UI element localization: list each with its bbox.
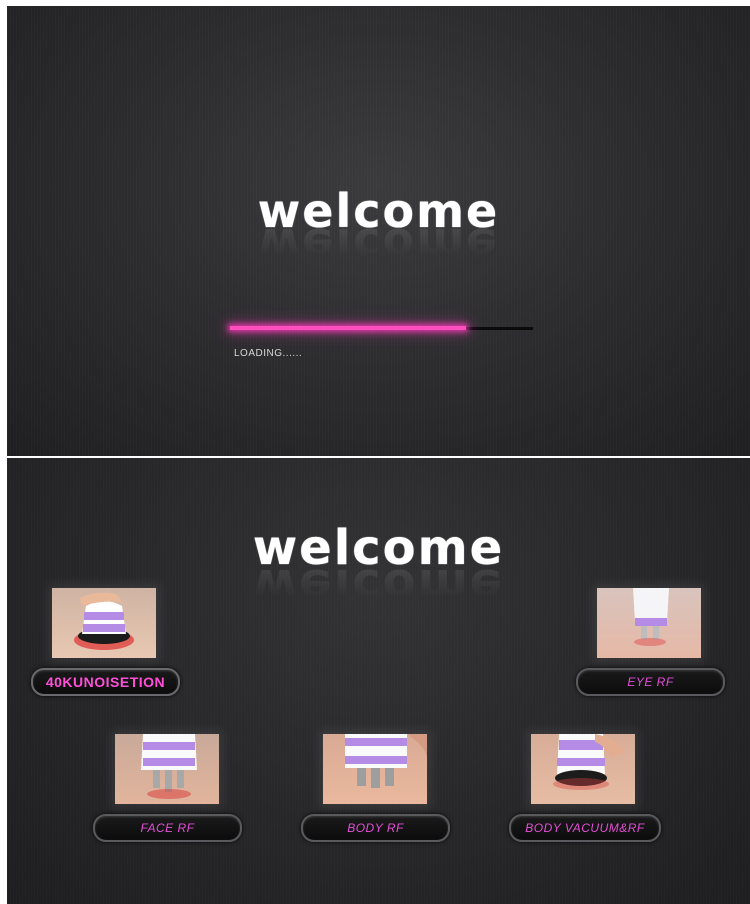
- body-rf-tile[interactable]: BODY RF: [301, 730, 451, 842]
- body-vacuum-rf-tile[interactable]: BODY VACUUM&RF: [509, 730, 664, 842]
- menu-screen: welcome welcome 40KUNOISETION EYE RF FAC…: [7, 458, 750, 904]
- face-rf-handpiece-icon[interactable]: [115, 734, 219, 804]
- body-vacuum-rf-handpiece-icon[interactable]: [531, 734, 635, 804]
- tile-label[interactable]: 40KUNOISETION: [31, 668, 180, 696]
- cavitation-tile[interactable]: 40KUNOISETION: [27, 584, 182, 696]
- tile-label[interactable]: BODY RF: [301, 814, 450, 842]
- welcome-title-reflection: welcome: [257, 218, 500, 272]
- body-rf-handpiece-icon[interactable]: [323, 734, 427, 804]
- face-rf-tile[interactable]: FACE RF: [93, 730, 243, 842]
- eye-rf-handpiece-icon[interactable]: [597, 588, 701, 658]
- tile-label[interactable]: BODY VACUUM&RF: [509, 814, 661, 842]
- eye-rf-tile[interactable]: EYE RF: [572, 584, 727, 696]
- loading-label: LOADING......: [234, 348, 303, 359]
- tile-label[interactable]: EYE RF: [576, 668, 725, 696]
- loading-progress-fill: [230, 326, 467, 330]
- loading-screen: welcome welcome LOADING......: [7, 6, 750, 456]
- loading-progress-bar: [230, 326, 533, 330]
- cavitation-handpiece-icon[interactable]: [52, 588, 156, 658]
- tile-label[interactable]: FACE RF: [93, 814, 242, 842]
